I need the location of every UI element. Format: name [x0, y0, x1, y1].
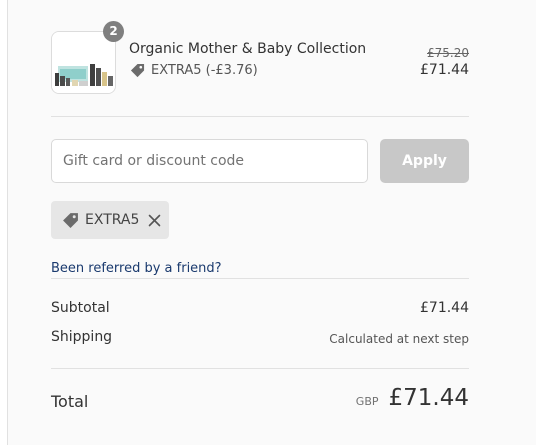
total-value-group: GBP £71.44 [356, 385, 469, 411]
product-name: Organic Mother & Baby Collection [129, 41, 367, 57]
line-item-discount: EXTRA5 (-£3.76) [130, 63, 258, 78]
product-image [52, 32, 115, 93]
tag-icon [130, 63, 145, 78]
original-price: £75.20 [427, 46, 469, 60]
divider [51, 116, 469, 117]
subtotal-label: Subtotal [51, 300, 110, 316]
applied-discount-chip: EXTRA5 [51, 201, 169, 239]
divider [51, 368, 469, 369]
shipping-value: Calculated at next step [329, 332, 469, 346]
subtotal-value: £71.44 [420, 300, 469, 316]
divider [51, 278, 469, 279]
total-amount: £71.44 [388, 385, 469, 411]
apply-button[interactable]: Apply [380, 139, 469, 183]
close-icon[interactable] [148, 214, 161, 227]
shipping-label: Shipping [51, 329, 113, 345]
tag-icon [63, 212, 78, 228]
total-label: Total [51, 392, 89, 411]
product-thumbnail [51, 31, 116, 94]
quantity-badge: 2 [103, 21, 124, 42]
applied-discount-code: EXTRA5 [85, 212, 140, 228]
currency-code: GBP [355, 395, 379, 408]
discounted-price: £71.44 [420, 62, 469, 78]
referral-link[interactable]: Been referred by a friend? [51, 261, 222, 276]
discount-code-input[interactable] [51, 139, 368, 183]
line-item-discount-text: EXTRA5 (-£3.76) [151, 63, 258, 78]
